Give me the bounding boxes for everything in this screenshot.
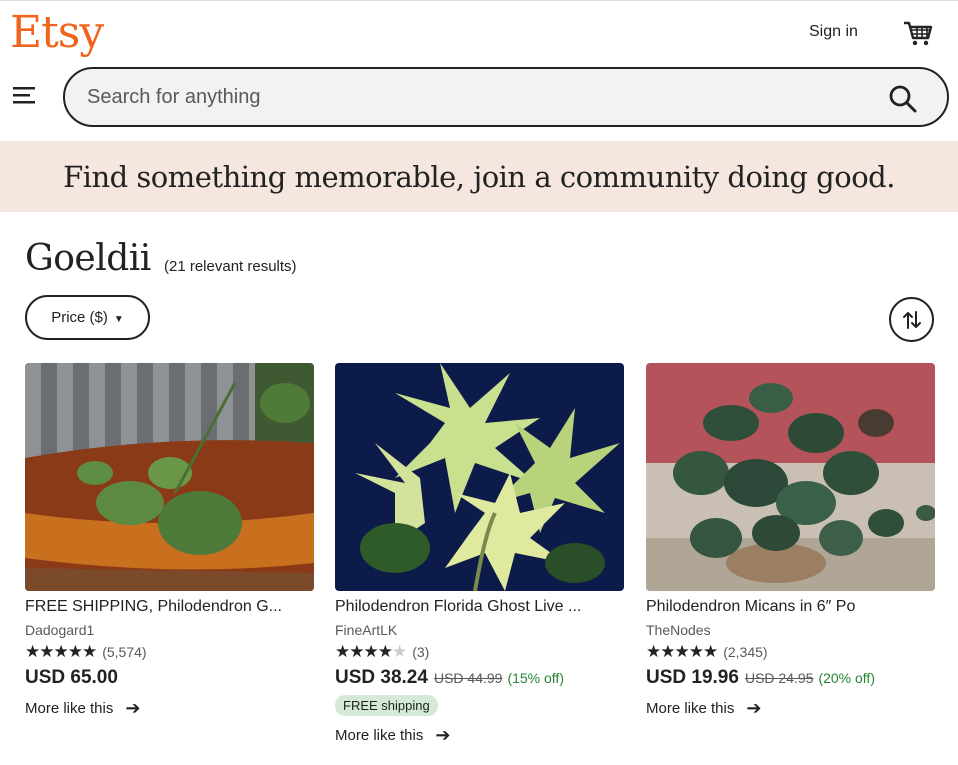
search-query-heading: Goeldii: [25, 238, 151, 279]
sign-in-link[interactable]: Sign in: [809, 23, 858, 41]
search-input[interactable]: [87, 83, 867, 111]
rating: ★★★★★ (2,345): [646, 642, 935, 662]
rating: ★★★★★ (5,574): [25, 642, 314, 662]
review-count: (2,345): [723, 644, 768, 660]
arrow-right-icon: ➔: [746, 698, 762, 718]
price-row: USD 65.00: [25, 667, 314, 689]
result-count: (21 relevant results): [164, 258, 297, 275]
listing-image[interactable]: [646, 363, 935, 591]
listing-image[interactable]: [25, 363, 314, 591]
more-like-this-label: More like this: [335, 727, 424, 744]
more-like-this-link[interactable]: More like this ➔: [25, 698, 314, 719]
site-header: Etsy Sign in: [0, 0, 958, 140]
price: USD 19.96: [646, 667, 739, 688]
price-filter-label: Price ($): [51, 309, 108, 326]
original-price: USD 24.95: [744, 670, 814, 686]
more-like-this-link[interactable]: More like this ➔: [335, 725, 624, 746]
listing-card[interactable]: FREE SHIPPING, Philodendron G... Dadogar…: [25, 363, 314, 719]
sort-arrows-icon: [903, 311, 921, 329]
discount: (15% off): [507, 670, 564, 686]
original-price: USD 44.99: [433, 670, 503, 686]
price: USD 38.24: [335, 667, 428, 688]
review-count: (5,574): [102, 644, 147, 660]
promo-banner: Find something memorable, join a communi…: [0, 141, 958, 212]
shop-name[interactable]: TheNodes: [646, 622, 935, 638]
arrow-right-icon: ➔: [125, 698, 141, 718]
listing-title[interactable]: Philodendron Micans in 6″ Po: [646, 598, 935, 616]
listing-image[interactable]: [335, 363, 624, 591]
more-like-this-link[interactable]: More like this ➔: [646, 698, 935, 719]
shop-name[interactable]: Dadogard1: [25, 622, 314, 638]
price-filter-button[interactable]: Price ($) ▼: [25, 295, 150, 340]
caret-down-icon: ▼: [113, 314, 124, 325]
price: USD 65.00: [25, 667, 118, 688]
arrow-right-icon: ➔: [435, 725, 451, 745]
sort-button[interactable]: [889, 297, 934, 342]
shop-name[interactable]: FineArtLK: [335, 622, 624, 638]
star-rating-icon: ★★★★★: [335, 642, 407, 661]
free-shipping-badge: FREE shipping: [335, 695, 438, 716]
menu-icon[interactable]: [12, 85, 38, 107]
rating: ★★★★★ (3): [335, 642, 624, 662]
cart-icon[interactable]: [902, 17, 934, 49]
listing-title[interactable]: Philodendron Florida Ghost Live ...: [335, 598, 624, 616]
star-rating-icon: ★★★★★: [646, 642, 718, 661]
listing-title[interactable]: FREE SHIPPING, Philodendron G...: [25, 598, 314, 616]
banner-text: Find something memorable, join a communi…: [63, 160, 895, 194]
search-bar: [63, 67, 949, 127]
etsy-logo[interactable]: Etsy: [10, 7, 104, 58]
listing-card[interactable]: Philodendron Florida Ghost Live ... Fine…: [335, 363, 624, 746]
star-rating-icon: ★★★★★: [25, 642, 97, 661]
search-icon[interactable]: [887, 83, 919, 115]
more-like-this-label: More like this: [646, 700, 735, 717]
price-row: USD 38.24 USD 44.99 (15% off): [335, 667, 624, 689]
listing-card[interactable]: Philodendron Micans in 6″ Po TheNodes ★★…: [646, 363, 935, 719]
price-row: USD 19.96 USD 24.95 (20% off): [646, 667, 935, 689]
review-count: (3): [412, 644, 430, 660]
more-like-this-label: More like this: [25, 700, 114, 717]
discount: (20% off): [818, 670, 875, 686]
